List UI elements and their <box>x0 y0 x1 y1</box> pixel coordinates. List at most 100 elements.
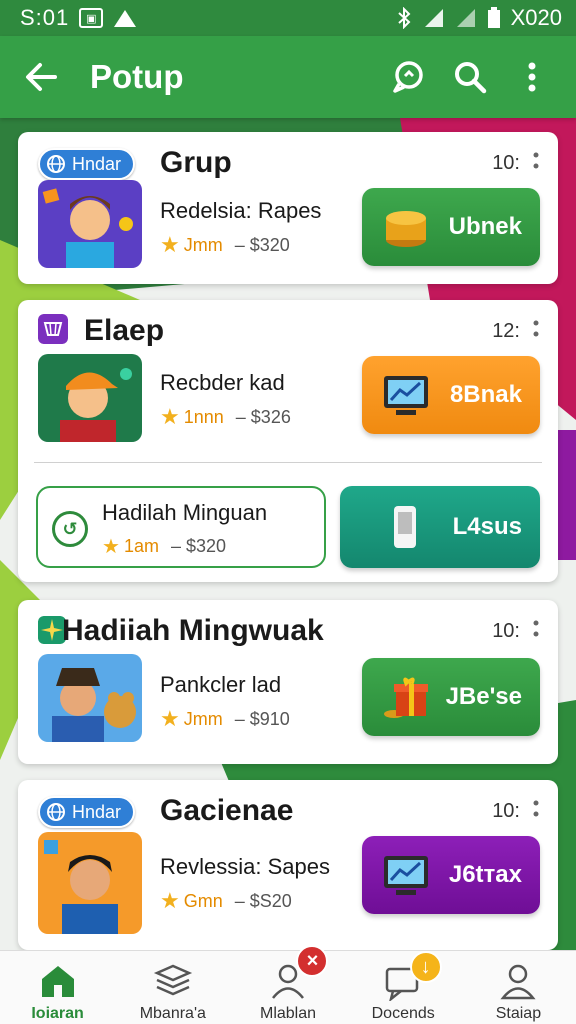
status-bar: S:01 ▣ X020 <box>0 0 576 36</box>
action-label: Ubnek <box>448 213 522 240</box>
globe-icon <box>47 803 65 821</box>
card-menu-icon[interactable] <box>532 798 540 822</box>
card-menu-icon[interactable] <box>532 150 540 174</box>
divider <box>34 462 542 463</box>
game-meta: ★ Gmn – $S20 <box>160 888 292 914</box>
card-menu-icon[interactable] <box>532 618 540 642</box>
category-badge: Hndar <box>38 796 136 828</box>
game-name: Redelsia: Rapes <box>160 198 322 223</box>
globe-icon <box>47 155 65 173</box>
redeem-button[interactable]: JBe'se <box>362 658 540 736</box>
profile-icon <box>500 964 536 1000</box>
game-avatar <box>38 654 142 742</box>
nav-label: Ioiaran <box>31 1005 84 1022</box>
gift-icon <box>384 677 428 718</box>
star-icon: ★ <box>160 706 180 731</box>
star-icon: ★ <box>160 232 180 257</box>
reward-rating: 1am <box>123 536 159 556</box>
game-meta: ★ Jmm – $910 <box>160 706 290 732</box>
redeem-button[interactable]: Ubnek <box>362 188 540 266</box>
bluetooth-icon <box>397 7 411 29</box>
warning-icon <box>114 10 137 27</box>
card-title: Hadiiah Mingwuak <box>62 614 324 647</box>
action-label: L4sus <box>452 513 522 540</box>
price: – $320 <box>234 234 290 255</box>
badge-label: Hndar <box>72 801 122 822</box>
reward-meta: ★ 1am – $320 <box>102 534 226 559</box>
price: – $910 <box>234 708 290 729</box>
page-title: Potup <box>90 58 184 95</box>
card-title: Elaep <box>84 314 165 347</box>
rating: Gmn <box>183 890 223 911</box>
chat-search-button[interactable] <box>384 53 432 101</box>
coins-icon <box>386 211 426 247</box>
app-bar: Potup <box>0 36 576 118</box>
signal-icon-2 <box>456 9 475 27</box>
search-button[interactable] <box>446 53 494 101</box>
redeem-button[interactable]: 8Bnak <box>362 356 540 434</box>
nav-item-user[interactable]: Mlablan × <box>230 945 345 1024</box>
redeem-button[interactable]: J6tтax <box>362 836 540 914</box>
card-time: 12: <box>492 320 520 342</box>
nav-label: Docends <box>371 1005 435 1022</box>
reward-card[interactable]: Hndar Gacienae 10: Revlessia: Sapes ★ Gm… <box>18 780 558 950</box>
game-avatar <box>38 180 142 268</box>
close-badge-icon: × <box>296 945 329 977</box>
star-icon: ★ <box>160 404 180 429</box>
card-menu-icon[interactable] <box>532 318 540 342</box>
nav-item-stack[interactable]: Mbanra'a <box>115 951 230 1024</box>
nav-label: Staiap <box>495 1005 542 1022</box>
game-meta: ★ Jmm – $320 <box>160 232 290 258</box>
reward-title: Hadilah Minguan <box>102 500 268 525</box>
monitor-chart-icon <box>384 376 428 415</box>
more-vert-icon <box>528 62 536 92</box>
price: – $326 <box>235 406 291 427</box>
reward-card[interactable]: Hadiiah Mingwuak 10: Pankcler lad ★ Jmm … <box>18 600 558 764</box>
rating: Jmm <box>183 708 223 729</box>
stack-icon <box>153 964 192 996</box>
category-badge: Hndar <box>38 148 136 180</box>
reward-card[interactable]: Hndar Grup 10: Redelsia: Rapes ★ Jmm – $… <box>18 132 558 284</box>
game-name: Pankcler lad <box>160 672 282 697</box>
reward-card[interactable]: Elaep 12: Recbder kad ★ 1nnn – $326 8Bna… <box>18 300 558 582</box>
search-icon <box>455 62 487 94</box>
game-name: Revlessia: Sapes <box>160 854 330 879</box>
nav-item-profile[interactable]: Staiap <box>461 951 576 1024</box>
rating: Jmm <box>183 234 223 255</box>
claim-button[interactable]: L4sus <box>340 486 540 568</box>
status-carrier: X020 <box>510 5 562 30</box>
star-icon: ★ <box>160 888 180 913</box>
nav-label: Mlablan <box>259 1005 317 1022</box>
game-name: Recbder kad <box>160 370 285 395</box>
status-time: S:01 <box>20 5 70 30</box>
price: – $S20 <box>234 890 292 911</box>
signal-icon <box>424 9 443 27</box>
home-icon <box>41 966 74 997</box>
card-time: 10: <box>492 620 520 642</box>
back-arrow-icon <box>26 63 57 91</box>
card-title: Gacienae <box>160 794 294 827</box>
rating: 1nnn <box>183 406 224 427</box>
more-options-button[interactable] <box>508 53 556 101</box>
nav-item-home[interactable]: Ioiaran <box>0 951 115 1024</box>
star-icon: ★ <box>102 536 120 558</box>
phone-icon <box>394 506 416 548</box>
game-avatar <box>38 832 142 934</box>
action-label: JBe'se <box>445 683 522 710</box>
card-time: 10: <box>492 152 520 174</box>
bottom-nav: Ioiaran Mbanra'a Mlablan × Docends ↓ Sta… <box>0 945 576 1024</box>
badge-label: Hndar <box>72 153 122 174</box>
card-title: Grup <box>160 146 232 179</box>
action-label: J6tтax <box>448 861 522 888</box>
chat-bubble-icon <box>393 61 423 93</box>
app-grid-icon <box>38 314 68 344</box>
notification-icon: ▣ <box>79 8 104 28</box>
weekly-reward-box[interactable]: ↺ Hadilah Minguan ★ 1am – $320 <box>36 486 326 568</box>
action-label: 8Bnak <box>449 381 522 408</box>
refresh-icon: ↺ <box>52 511 88 547</box>
back-button[interactable] <box>20 55 64 99</box>
download-badge-icon: ↓ <box>409 951 442 983</box>
nav-item-chat[interactable]: Docends ↓ <box>346 951 461 1024</box>
game-meta: ★ 1nnn – $326 <box>160 404 291 430</box>
monitor-chart-icon <box>384 856 428 895</box>
